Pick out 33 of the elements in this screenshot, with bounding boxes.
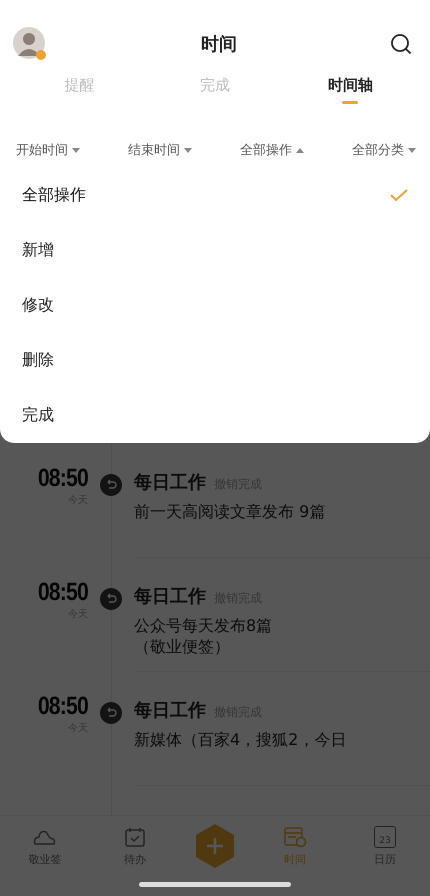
entry-text-line: （敬业便签） <box>134 636 230 658</box>
entry-time: 08:50 <box>38 466 88 491</box>
page-title: 时间 <box>201 33 237 56</box>
entry-text-line: 公众号每天发布8篇 <box>134 616 272 637</box>
caret-icon <box>72 148 80 152</box>
search-icon[interactable] <box>390 33 412 55</box>
caret-icon <box>184 148 192 152</box>
calendar-clock-icon <box>283 826 307 848</box>
check-icon <box>390 189 408 202</box>
checklist-icon <box>124 826 146 848</box>
entry-category: 每日工作 <box>134 699 206 722</box>
entry-category: 每日工作 <box>134 585 206 608</box>
filter-dropdown[interactable]: 开始时间 <box>16 134 80 166</box>
undo-icon <box>100 702 122 724</box>
entry-category: 每日工作 <box>134 471 206 494</box>
caret-icon <box>408 148 416 152</box>
filter-dropdown[interactable]: 全部操作 <box>240 134 304 166</box>
menu-item[interactable]: 新增 <box>0 223 430 278</box>
menu-item[interactable]: 修改 <box>0 278 430 333</box>
filter-dropdown[interactable]: 结束时间 <box>128 134 192 166</box>
menu-item[interactable]: 删除 <box>0 333 430 388</box>
tab[interactable]: 时间轴 <box>305 76 396 120</box>
entry-time: 08:50 <box>38 694 88 719</box>
menu-item[interactable]: 全部操作 <box>0 168 430 223</box>
entry-text-line: 新媒体（百家4，搜狐2，今日 <box>134 730 346 751</box>
menu-item[interactable]: 完成 <box>0 388 430 443</box>
undo-icon <box>100 474 122 496</box>
filter-dropdown[interactable]: 全部分类 <box>352 134 416 166</box>
entry-text-line: 前一天高阅读文章发布 9篇 <box>134 502 326 523</box>
entry-time: 08:50 <box>38 580 88 605</box>
caret-icon <box>296 148 304 152</box>
undo-icon <box>100 588 122 610</box>
avatar-icon[interactable] <box>12 26 48 62</box>
